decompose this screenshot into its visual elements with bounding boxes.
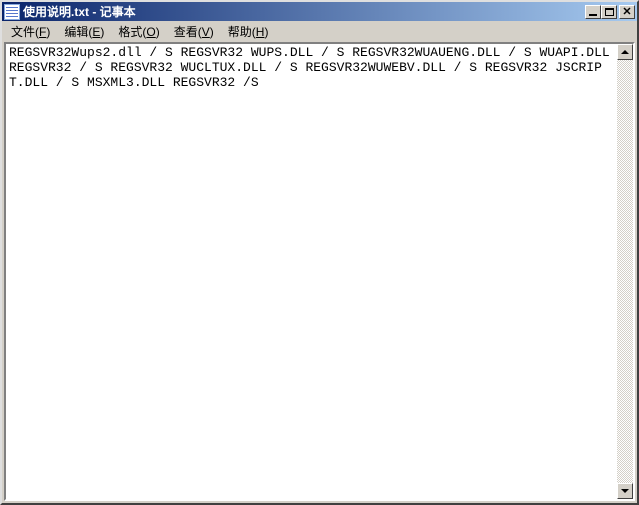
vertical-scrollbar[interactable]	[617, 44, 633, 499]
menu-view[interactable]: 查看(V)	[167, 21, 221, 42]
minimize-button[interactable]	[585, 5, 601, 19]
menu-file[interactable]: 文件(F)	[4, 21, 57, 42]
window-title: 使用说明.txt - 记事本	[23, 3, 585, 20]
maximize-button[interactable]	[601, 5, 617, 19]
window-controls: ✕	[585, 5, 635, 19]
notepad-window: 使用说明.txt - 记事本 ✕ 文件(F) 编辑(E) 格式(O) 查看(V)…	[0, 0, 639, 505]
app-icon	[4, 4, 20, 20]
scroll-down-button[interactable]	[617, 483, 633, 499]
close-button[interactable]: ✕	[619, 5, 635, 19]
arrow-down-icon	[621, 489, 629, 493]
menubar: 文件(F) 编辑(E) 格式(O) 查看(V) 帮助(H)	[2, 21, 637, 41]
menu-edit[interactable]: 编辑(E)	[57, 21, 111, 42]
menu-format[interactable]: 格式(O)	[111, 21, 166, 42]
menu-help[interactable]: 帮助(H)	[221, 21, 276, 42]
text-content-frame: REGSVR32Wups2.dll / S REGSVR32 WUPS.DLL …	[4, 42, 635, 501]
scroll-up-button[interactable]	[617, 44, 633, 60]
text-area[interactable]: REGSVR32Wups2.dll / S REGSVR32 WUPS.DLL …	[6, 44, 617, 499]
titlebar[interactable]: 使用说明.txt - 记事本 ✕	[2, 2, 637, 21]
arrow-up-icon	[621, 50, 629, 54]
